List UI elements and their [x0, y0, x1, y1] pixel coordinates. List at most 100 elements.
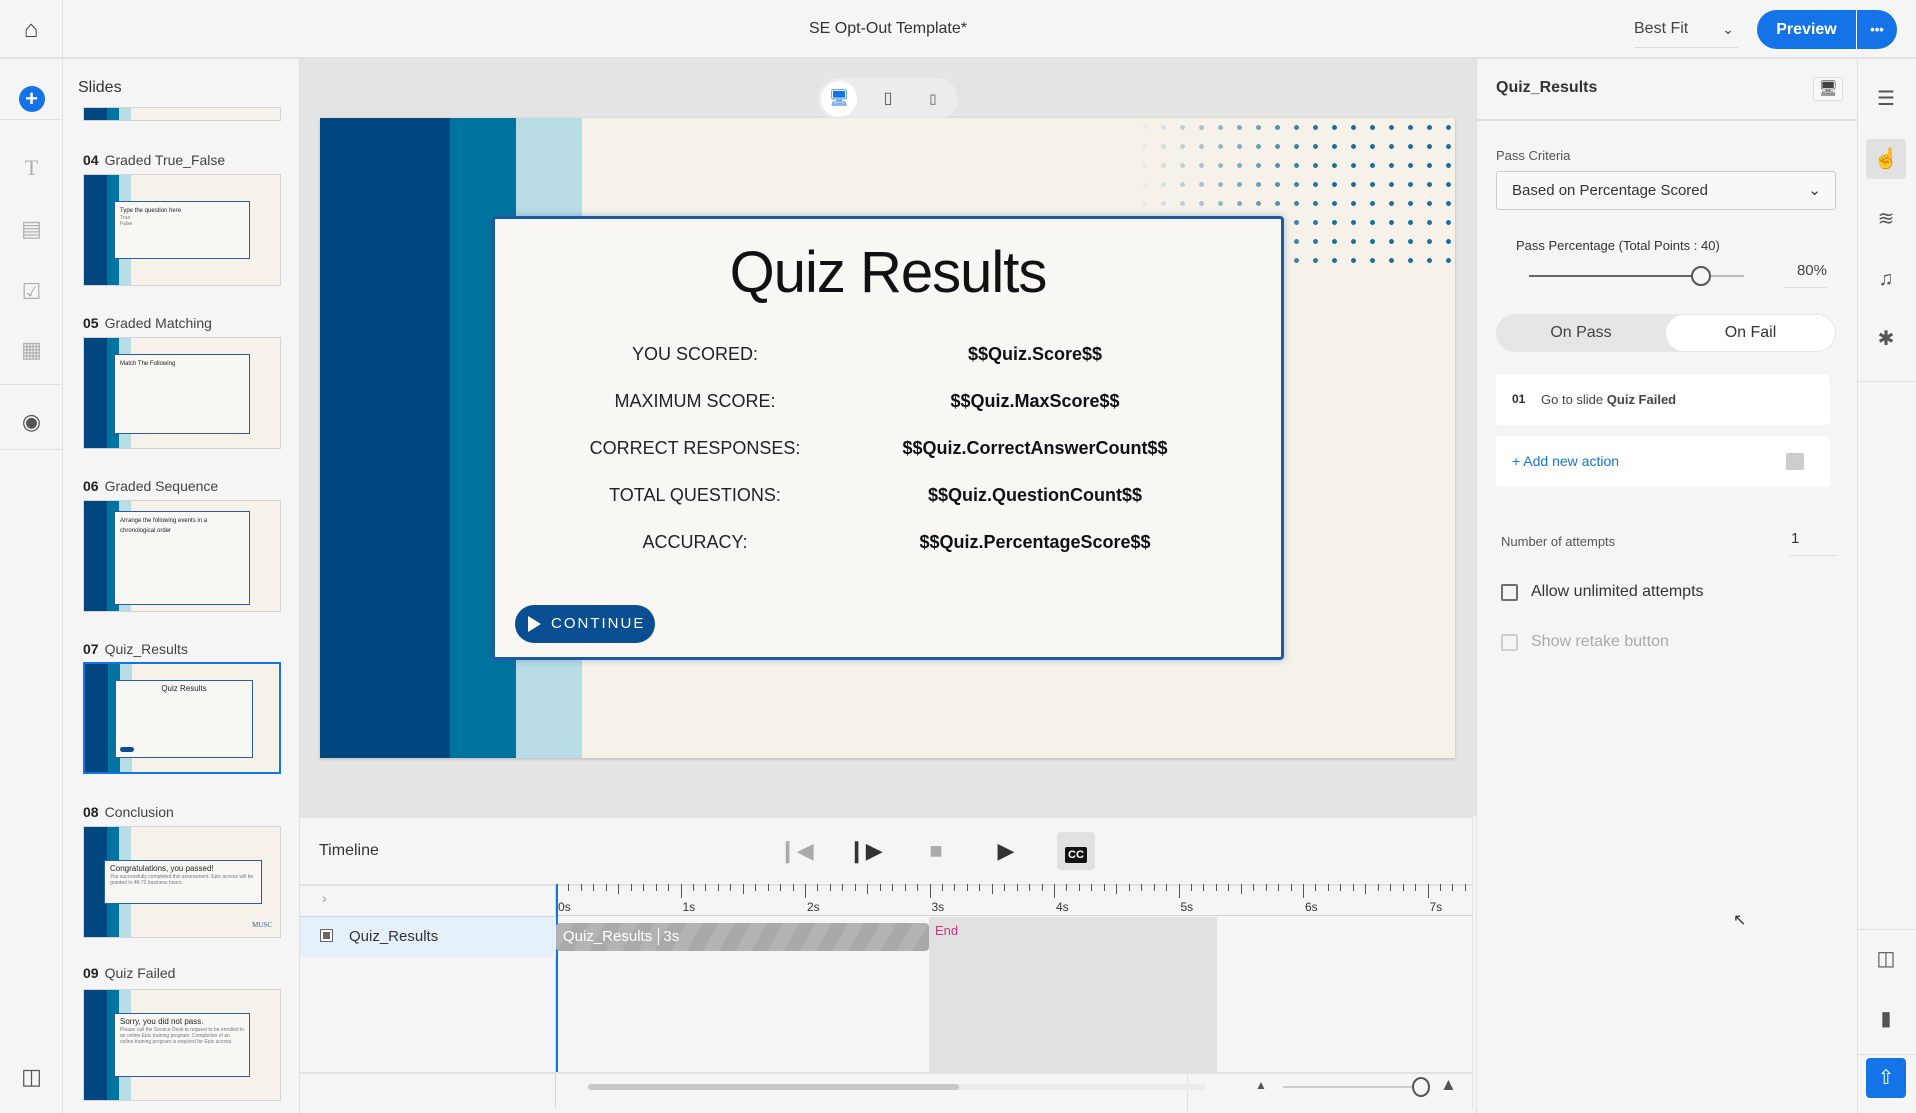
ruler-label: 2s	[807, 900, 820, 914]
ruler-minor-tick	[1215, 884, 1217, 891]
result-label: YOU SCORED:	[631, 344, 759, 364]
document-title: SE Opt-Out Template*	[809, 20, 967, 37]
pass-percentage-value[interactable]: 80%	[1783, 262, 1827, 288]
quiz-icon[interactable]: ☑	[0, 279, 63, 305]
ruler-minor-tick	[580, 884, 582, 891]
ruler-minor-tick	[630, 884, 632, 891]
quiz-results-card[interactable]: Quiz Results YOU SCORED: $$Quiz.Score$$ M…	[492, 216, 1284, 660]
timeline-clip[interactable]: Quiz_Results 3s	[556, 923, 929, 951]
slide-panel-icon[interactable]: ◫	[1866, 939, 1906, 979]
zoom-in-icon[interactable]: ▲	[1440, 1075, 1457, 1095]
timeline-zoom-thumb[interactable]	[1412, 1077, 1430, 1097]
rewind-icon[interactable]: ❙◀	[777, 832, 815, 870]
zoom-select[interactable]: Best Fit ⌄	[1634, 10, 1738, 48]
ruler-minor-tick	[1439, 884, 1441, 891]
slide-thumbnail-09[interactable]: Sorry, you did not pass. Please call the …	[83, 989, 281, 1101]
slide-thumbnail-06[interactable]: Arrange the following events in a chrono…	[83, 500, 281, 612]
slide-track-icon	[320, 929, 333, 942]
track-row-label[interactable]: Quiz_Results	[300, 917, 556, 957]
ruler-minor-tick	[1340, 884, 1342, 891]
pass-criteria-dropdown[interactable]: Based on Percentage Scored ⌄	[1496, 171, 1836, 210]
ruler-minor-tick	[1004, 884, 1006, 891]
expand-chevron-icon[interactable]: ›	[322, 890, 327, 906]
ruler-minor-tick	[892, 884, 894, 891]
media-icon[interactable]: ▤	[0, 216, 63, 242]
publish-icon[interactable]: ⇧	[1866, 1058, 1906, 1098]
action-item[interactable]: 01 Go to slide Quiz Failed	[1496, 374, 1830, 425]
add-icon[interactable]: +	[0, 86, 63, 112]
pass-percentage-slider[interactable]	[1529, 266, 1744, 286]
ruler-minor-tick	[1315, 884, 1317, 891]
ruler-minor-tick	[1464, 884, 1466, 891]
show-retake-checkbox[interactable]	[1501, 634, 1518, 651]
time-ruler[interactable]: 0s 1s 2s 3s 4s 5s 6s 7s	[556, 884, 1473, 916]
mobile-icon[interactable]: ▯	[915, 81, 951, 117]
play-icon	[528, 616, 541, 632]
slide-thumbnail-partial[interactable]	[83, 107, 281, 121]
ruler-minor-tick	[1390, 884, 1392, 891]
slide-thumbnail-04[interactable]: Type the question here True False	[83, 174, 281, 286]
properties-title: Quiz_Results	[1496, 79, 1598, 96]
zoom-select-value: Best Fit	[1634, 20, 1689, 37]
attempts-input[interactable]: 1	[1789, 530, 1836, 556]
allow-unlimited-checkbox[interactable]	[1501, 584, 1518, 601]
accessibility-icon[interactable]: ✱	[1866, 319, 1906, 359]
ruler-major-tick	[805, 884, 806, 898]
animations-icon[interactable]: ≋	[1866, 199, 1906, 239]
ruler-minor-tick	[692, 884, 694, 891]
record-icon[interactable]: ◉	[0, 409, 63, 435]
ruler-minor-tick	[867, 884, 869, 894]
notes-icon[interactable]: ▮	[1866, 999, 1906, 1039]
ruler-minor-tick	[1365, 884, 1367, 894]
desktop-icon[interactable]: 🖥	[821, 81, 857, 117]
panel-toggle-icon[interactable]: ◫	[0, 1064, 63, 1090]
text-icon[interactable]: T	[0, 155, 63, 181]
slide-thumbnail-05[interactable]: Match The Following	[83, 337, 281, 449]
tablet-icon[interactable]: ▯	[870, 81, 906, 117]
slide-title: Quiz Results	[729, 240, 1048, 305]
properties-icon[interactable]: ☰	[1866, 79, 1906, 119]
closed-captions-button[interactable]: CC	[1057, 832, 1095, 870]
interactions-icon[interactable]: ☝	[1866, 139, 1906, 179]
ruler-minor-tick	[568, 884, 570, 891]
continue-button[interactable]: CONTINUE	[515, 605, 655, 643]
ruler-minor-tick	[780, 884, 782, 891]
ruler-minor-tick	[1029, 884, 1031, 891]
slider-thumb[interactable]	[1691, 266, 1711, 286]
add-new-action-link[interactable]: + Add new action	[1512, 436, 1619, 487]
slide-preview-icon[interactable]: 🖥	[1813, 77, 1843, 101]
audio-icon[interactable]: ♫	[1866, 259, 1906, 299]
action-text: Go to slide Quiz Failed	[1541, 392, 1677, 407]
horizontal-scrollbar[interactable]	[588, 1084, 1206, 1090]
ruler-minor-tick	[966, 884, 968, 891]
ruler-minor-tick	[755, 884, 757, 891]
zoom-out-icon[interactable]: ▲	[1255, 1078, 1267, 1092]
more-options-button[interactable]: •••	[1857, 10, 1897, 49]
ruler-label: 0s	[558, 900, 571, 914]
preview-button[interactable]: Preview	[1757, 10, 1856, 49]
ruler-minor-tick	[742, 884, 744, 894]
playhead[interactable]	[556, 884, 558, 1072]
ruler-minor-tick	[1402, 884, 1404, 891]
slide-thumbnail-07-selected[interactable]: Quiz Results	[83, 662, 281, 774]
play-icon[interactable]: ▶	[987, 832, 1025, 870]
ruler-major-tick	[1178, 884, 1180, 898]
slide-thumbnail-08[interactable]: Congratulations, you passed! You successf…	[83, 826, 281, 938]
result-value: $$Quiz.Score$$	[967, 344, 1103, 364]
stop-icon[interactable]: ■	[917, 832, 955, 870]
scrollbar-thumb[interactable]	[588, 1084, 959, 1090]
timeline-zoom-slider[interactable]	[1283, 1086, 1423, 1088]
ruler-minor-tick	[1141, 884, 1143, 891]
play-from-playhead-icon[interactable]: ❙▶	[846, 832, 884, 870]
slide[interactable]: Quiz Results YOU SCORED: $$Quiz.Score$$ M…	[320, 118, 1455, 758]
ruler-minor-tick	[1016, 884, 1018, 891]
ruler-minor-tick	[817, 884, 819, 891]
slides-panel: Slides 04 Graded True_False Type the ques…	[63, 59, 300, 1113]
clipboard-icon[interactable]	[1786, 453, 1804, 470]
widgets-icon[interactable]: ▦	[0, 337, 63, 363]
tab-on-pass[interactable]: On Pass	[1496, 314, 1666, 352]
tab-on-fail[interactable]: On Fail	[1666, 315, 1835, 351]
ruler-minor-tick	[1377, 884, 1379, 891]
track-name: Quiz_Results	[349, 928, 439, 945]
ruler-major-tick	[1427, 884, 1429, 898]
